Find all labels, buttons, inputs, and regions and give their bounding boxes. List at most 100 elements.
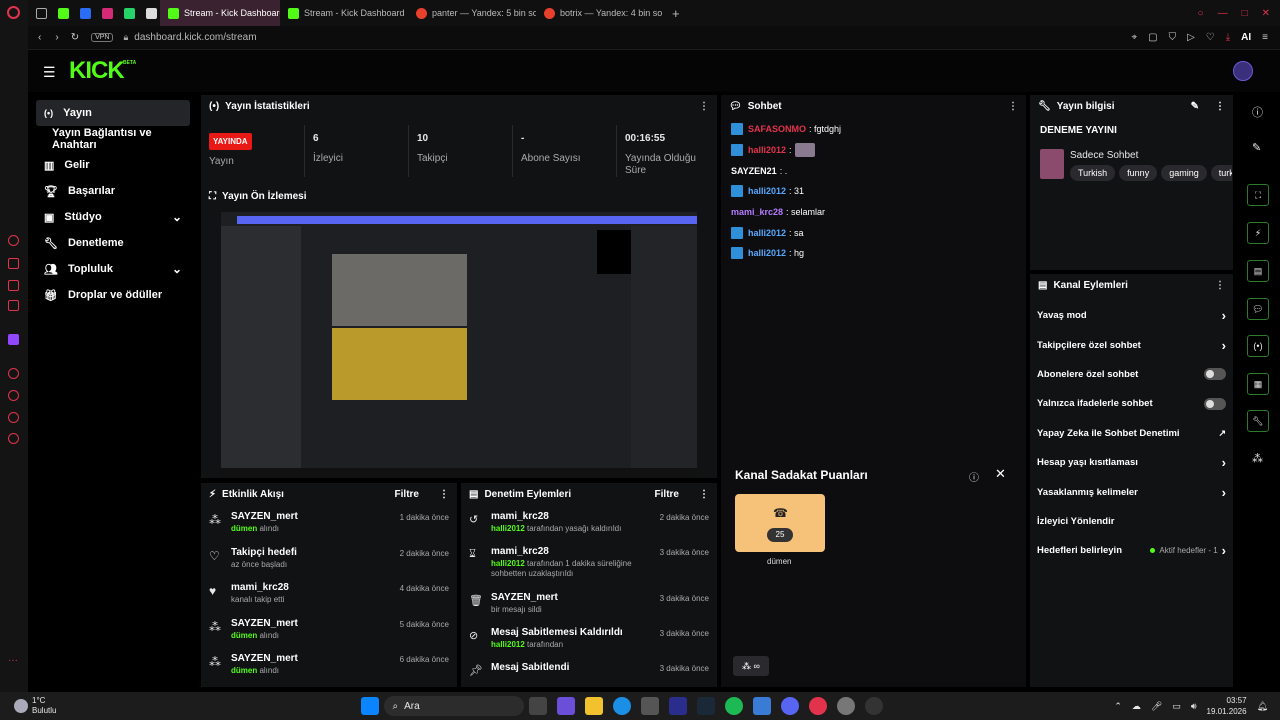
tab-stream[interactable]: Stream - Kick Dashboard <box>280 0 408 26</box>
volume-icon[interactable]: 🔊︎ <box>1191 701 1197 712</box>
activity-item[interactable]: ⁂ SAYZEN_mert dümen alındı 1 dakika önce <box>209 511 449 547</box>
obs-icon[interactable] <box>865 697 884 715</box>
activity-item[interactable]: ♡ Takipçi hedefi az önce başladı 2 dakika ö… <box>209 547 449 583</box>
wrench-tool-icon[interactable]: 🔧︎ <box>1247 410 1269 432</box>
app-icon[interactable] <box>669 697 688 715</box>
moderation-item[interactable]: ↺ mami_krc28 halli2012 tarafından yasağı k… <box>469 511 709 546</box>
nav-item-topluluk[interactable]: 👥︎ Topluluk ⌄ <box>36 256 190 282</box>
activity-item[interactable]: ⁂ SAYZEN_mert dümen alındı 5 dakika önce <box>209 618 449 654</box>
moderation-item[interactable]: 🗑︎ SAYZEN_mert bir mesajı sildi 3 dakika ön… <box>469 592 709 627</box>
play-icon[interactable]: ▷ <box>1187 32 1195 43</box>
bag-icon[interactable] <box>8 258 19 269</box>
pin-icon[interactable]: ⌖ <box>1131 32 1137 43</box>
edge-icon[interactable] <box>613 697 632 715</box>
file-explorer-icon[interactable] <box>585 697 604 715</box>
star-icon[interactable] <box>8 412 19 423</box>
clock-icon[interactable] <box>8 390 19 401</box>
music-icon[interactable] <box>8 368 19 379</box>
chat-message[interactable]: mami_krc28: selamlar <box>731 202 1016 223</box>
toggle-switch[interactable] <box>1204 397 1226 410</box>
nav-item-droplar[interactable]: 🎁︎ Droplar ve ödüller <box>36 282 190 308</box>
activity-item[interactable]: ⁂ SAYZEN_mert dümen alındı 6 dakika önce <box>209 653 449 687</box>
more-options-icon[interactable]: ⋮ <box>699 489 709 500</box>
moderation-item[interactable]: ⊘ Mesaj Sabitlemesi Kaldırıldı halli2012 t… <box>469 627 709 662</box>
channel-action-item[interactable]: İzleyici Yönlendir <box>1037 507 1226 536</box>
tag-pill[interactable]: Turkish <box>1070 165 1116 181</box>
filter-button[interactable]: Filtre <box>655 489 679 500</box>
loyalty-button[interactable]: ⁂ ∞ <box>733 656 769 676</box>
chat-username[interactable]: SAYZEN21 <box>731 166 777 176</box>
edit-icon[interactable]: ✎ <box>1252 141 1261 154</box>
tag-pill[interactable]: funny <box>1119 165 1158 181</box>
pinned-tab-2[interactable] <box>138 0 160 26</box>
edit-icon[interactable]: ✎ <box>1191 101 1199 112</box>
channel-action-item[interactable]: Takipçilere özel sohbet › <box>1037 330 1226 359</box>
tab-yandex-panter[interactable]: panter — Yandex: 5 bin so <box>408 0 536 26</box>
tab-stream-active[interactable]: Stream - Kick Dashboard <box>160 0 280 26</box>
reward-card[interactable]: ☎︎ 25 <box>735 494 825 552</box>
history-icon[interactable] <box>8 235 19 246</box>
search-tabs-icon[interactable]: ○ <box>1198 8 1204 19</box>
chat-username[interactable]: halli2012 <box>748 248 786 258</box>
stats-tool-icon[interactable]: ⛶ <box>1247 184 1269 206</box>
chat-username[interactable]: SAFASONMO <box>748 124 806 134</box>
chat-message[interactable]: halli2012: hg <box>731 243 1016 264</box>
channel-action-item[interactable]: Yapay Zeka ile Sohbet Denetimi ↗ <box>1037 419 1226 448</box>
info-icon[interactable]: ⓘ <box>969 469 979 484</box>
back-icon[interactable]: ‹ <box>38 32 41 43</box>
snapshot-icon[interactable]: ▢ <box>1148 32 1157 43</box>
windows-start-icon[interactable] <box>361 697 380 715</box>
info-icon[interactable]: ⓘ <box>1252 104 1263 120</box>
chat-username[interactable]: halli2012 <box>748 228 786 238</box>
reload-icon[interactable]: ↻ <box>71 32 79 43</box>
weather-icon[interactable] <box>14 699 28 713</box>
pinned-tab-instagram[interactable] <box>94 0 116 26</box>
channel-action-item[interactable]: Yavaş mod › <box>1037 301 1226 330</box>
tray-chevron-icon[interactable]: ⌃ <box>1114 701 1122 712</box>
chat-tool-icon[interactable]: 💬︎ <box>1247 298 1269 320</box>
nav-item-studyo[interactable]: ▣ Stüdyo ⌄ <box>36 204 190 230</box>
nav-item-yayin[interactable]: (•) Yayın <box>36 100 190 126</box>
moderation-tool-icon[interactable]: ▤ <box>1247 260 1269 282</box>
twitch-icon[interactable] <box>8 334 19 345</box>
tag-pill[interactable]: turkçe <box>1210 165 1232 181</box>
pinned-tab-kick[interactable] <box>50 0 72 26</box>
broadcast-tool-icon[interactable]: (•) <box>1247 335 1269 357</box>
close-icon[interactable]: ✕ <box>1262 8 1270 19</box>
nav-item-stream-key[interactable]: Yayın Bağlantısı ve Anahtarı <box>36 126 190 152</box>
ai-button[interactable]: AI <box>1241 32 1251 43</box>
vpn-badge[interactable]: VPN <box>91 33 114 42</box>
store-icon[interactable] <box>641 697 660 715</box>
channel-action-item[interactable]: Abonelere özel sohbet <box>1037 360 1226 389</box>
download-icon[interactable]: ⤓ <box>1226 32 1230 43</box>
channel-action-item[interactable]: Hedefleri belirleyin Aktif hedefler - 1 › <box>1037 536 1226 565</box>
chat-message[interactable]: halli2012: sa <box>731 222 1016 243</box>
network-icon[interactable]: ▭ <box>1172 701 1181 712</box>
more-options-icon[interactable]: ⋮ <box>439 489 449 500</box>
bolt-tool-icon[interactable]: ⚡︎ <box>1247 222 1269 244</box>
chat-message[interactable]: halli2012: 31 <box>731 181 1016 202</box>
actions-tool-icon[interactable]: ▦ <box>1247 373 1269 395</box>
more-options-icon[interactable]: ⋮ <box>1008 101 1018 112</box>
filter-button[interactable]: Filtre <box>395 489 419 500</box>
task-view-icon[interactable] <box>529 697 548 715</box>
cloud-icon[interactable]: ☁︎ <box>1132 701 1141 712</box>
chat-username[interactable]: halli2012 <box>748 145 786 155</box>
shield-icon[interactable]: ⛉ <box>1169 32 1177 43</box>
menu-icon[interactable]: ≡ <box>1262 32 1268 43</box>
mic-icon[interactable]: 🎤︎ <box>1151 701 1162 712</box>
chat-username[interactable]: mami_krc28 <box>731 207 783 217</box>
spotify-icon[interactable] <box>725 697 744 715</box>
tab-yandex-botrix[interactable]: botrix — Yandex: 4 bin so <box>536 0 664 26</box>
heart-icon[interactable]: ♡ <box>1206 32 1215 43</box>
copilot-icon[interactable] <box>557 697 576 715</box>
preview-video[interactable] <box>221 212 697 478</box>
new-tab-icon[interactable]: + <box>664 0 684 26</box>
more-options-icon[interactable]: ⋮ <box>1215 280 1225 291</box>
chat-message[interactable]: halli2012: <box>731 140 1016 161</box>
notifications-icon[interactable]: 🔔︎ <box>1257 701 1268 712</box>
url-text[interactable]: dashboard.kick.com/stream <box>134 32 256 43</box>
more-icon[interactable]: ··· <box>8 655 18 666</box>
forward-icon[interactable]: › <box>55 32 58 43</box>
close-icon[interactable]: ✕ <box>995 466 1006 482</box>
